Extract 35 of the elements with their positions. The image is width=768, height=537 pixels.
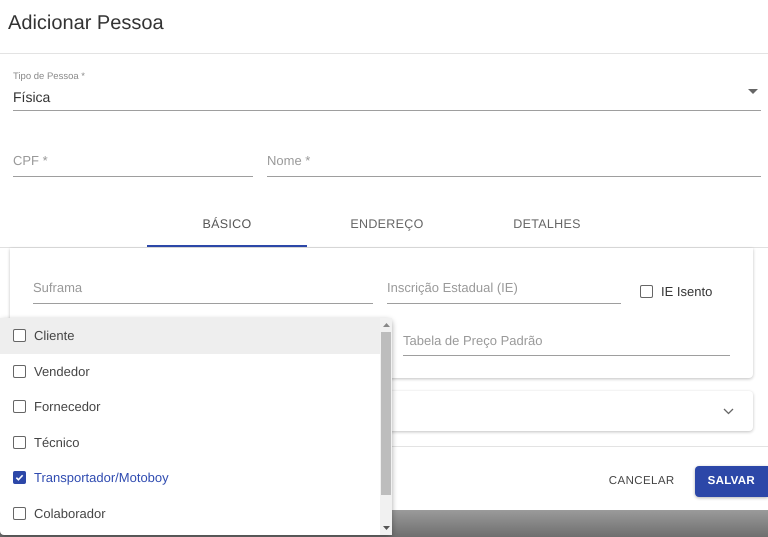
chevron-icon[interactable] (723, 408, 734, 416)
checkbox[interactable] (13, 400, 26, 414)
scroll-up-icon[interactable] (382, 323, 390, 327)
checkbox[interactable] (13, 506, 26, 520)
scroll-down-icon[interactable] (382, 526, 390, 530)
tab[interactable]: BÁSICO (147, 214, 307, 248)
input-field[interactable]: CPF * (13, 151, 253, 176)
input-field[interactable]: Tabela de Preço Padrão (403, 330, 730, 356)
checkbox[interactable] (13, 329, 26, 342)
dropdown-caret-icon (748, 89, 758, 94)
field-label: Tipo de Pessoa * (13, 71, 85, 83)
menu-item[interactable]: Técnico (0, 424, 380, 460)
input-field[interactable]: Inscrição Estadual (IE) (387, 278, 621, 304)
scrollbar[interactable] (380, 318, 392, 535)
scrollbar-thumb[interactable] (381, 332, 391, 495)
menu-item[interactable]: Cliente (0, 318, 380, 354)
cancel-button[interactable]: CANCELAR (608, 465, 675, 498)
menu-item[interactable]: Colaborador (0, 496, 380, 531)
input-field[interactable]: Nome * (267, 151, 761, 176)
checkbox[interactable] (13, 436, 26, 449)
select-field[interactable]: Tipo de Pessoa * Física (13, 71, 761, 111)
tab[interactable]: ENDEREÇO (307, 214, 467, 248)
checkbox-label: IE Isento (661, 282, 712, 301)
check-icon (15, 473, 24, 482)
select-value: Física (13, 88, 50, 106)
checkbox[interactable] (13, 364, 26, 378)
menu-item[interactable]: Transportador/Motoboy (0, 460, 380, 496)
tab[interactable]: DETALHES (467, 214, 627, 248)
checkbox[interactable] (640, 285, 653, 298)
checkbox[interactable] (13, 471, 26, 484)
menu-item[interactable]: Vendedor (0, 354, 380, 389)
input-field[interactable]: Suframa (33, 278, 373, 304)
menu-item[interactable]: Fornecedor (0, 389, 380, 424)
save-button[interactable]: SALVAR (694, 466, 768, 498)
dialog-title: Adicionar Pessoa (8, 12, 164, 34)
